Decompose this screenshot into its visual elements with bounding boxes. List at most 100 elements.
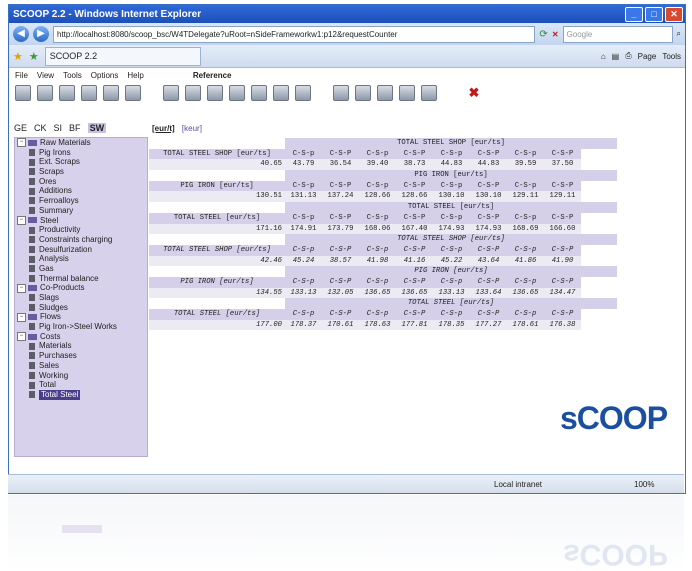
close-report-icon[interactable]: ✖ [467,86,481,100]
collapse-icon[interactable]: − [17,215,26,225]
tree-item[interactable]: Productivity [15,225,147,235]
settings-icon[interactable] [421,85,437,101]
tree-item[interactable]: Ferroalloys [15,196,147,206]
mode-si[interactable]: SI [54,123,63,133]
user-icon[interactable] [355,85,371,101]
save-as-icon[interactable] [81,85,97,101]
search-icon[interactable]: ⌕ [677,29,681,39]
page-icon [29,187,35,195]
mode-ck[interactable]: CK [34,123,47,133]
tree-item-label: Ores [39,176,57,186]
add-favorite-icon[interactable]: ★ [29,50,39,63]
save-icon[interactable] [59,85,75,101]
page-icon [29,362,35,370]
tree-group[interactable]: − Costs [15,332,147,342]
collapse-icon[interactable]: − [17,283,26,293]
graph-icon[interactable] [377,85,393,101]
mode-ge[interactable]: GE [14,123,27,133]
tree-item[interactable]: Pig Irons [15,148,147,158]
tree-item[interactable]: Sales [15,361,147,371]
chart-icon[interactable] [251,85,267,101]
value-cell: 178.63 [359,319,396,331]
report-icon[interactable] [333,85,349,101]
tree-item[interactable]: Additions [15,186,147,196]
maximize-button[interactable]: □ [645,6,663,22]
mode-bf[interactable]: BF [69,123,81,133]
tree-item[interactable]: Ores [15,177,147,187]
column-header: C-S-p [285,276,322,288]
tools-menu[interactable]: Tools [662,52,681,61]
open-icon[interactable] [37,85,53,101]
page-menu[interactable]: Page [638,52,657,61]
cube-icon[interactable] [399,85,415,101]
tree-group[interactable]: − Flows [15,312,147,322]
section-title: TOTAL STEEL SHOP [eur/ts] [285,138,617,149]
tree-item[interactable]: Ext. Scraps [15,157,147,167]
tree-item[interactable]: Pig Iron->Steel Works [15,322,147,332]
tree-item[interactable]: Total [15,380,147,390]
copy-icon[interactable] [103,85,119,101]
app-menu-bar: File View Tools Options Help Reference [9,68,685,82]
sheet-icon[interactable] [207,85,223,101]
minimize-button[interactable]: _ [625,6,643,22]
tree-group[interactable]: − Steel [15,216,147,226]
print-icon[interactable]: ⎙ [625,51,631,61]
mode-sw[interactable]: SW [87,123,107,133]
header-row: TOTAL STEEL SHOP [eur/ts] C-S-p C-S-P C-S-p… [149,148,617,160]
page-icon [29,245,35,253]
forward-icon[interactable]: ▶ [33,26,49,42]
window-reflection: sCOOP [8,495,684,571]
reference-label[interactable]: Reference [193,71,232,80]
tree-group[interactable]: − Co-Products [15,283,147,293]
back-icon[interactable]: ◀ [13,26,29,42]
tree-item[interactable]: Constraints charging [15,235,147,245]
tree-item[interactable]: Materials [15,341,147,351]
tree-item[interactable]: Sludges [15,303,147,313]
collapse-icon[interactable]: − [17,312,26,322]
tab-scoop[interactable]: SCOOP 2.2 [44,46,201,66]
tree-item-label: Pig Iron->Steel Works [39,322,117,332]
tree-item[interactable]: Thermal balance [15,274,147,284]
page-icon [29,178,35,186]
tree-group[interactable]: − Raw Materials [15,138,147,148]
zoom-level[interactable]: 100% [634,480,684,489]
unit-eur-t[interactable]: [eur/t] [152,124,175,133]
tree-item[interactable]: Gas [15,264,147,274]
url-field[interactable]: http://localhost:8080/scoop_bsc/W4TDeleg… [53,25,536,43]
page-icon [29,342,35,350]
export-icon[interactable] [295,85,311,101]
menu-tools[interactable]: Tools [63,71,82,80]
row-label: TOTAL STEEL SHOP [eur/ts] [149,244,285,256]
collapse-icon[interactable]: − [17,138,26,148]
import-icon[interactable] [273,85,289,101]
menu-view[interactable]: View [37,71,54,80]
stop-icon[interactable]: ✕ [552,30,559,39]
tree-item[interactable]: Summary [15,206,147,216]
menu-file[interactable]: File [15,71,28,80]
search-input[interactable]: Google [562,25,673,43]
tree-item[interactable]: Slags [15,293,147,303]
page-icon [29,207,35,215]
tree-item[interactable]: Working [15,371,147,381]
value-cell: 134.47 [544,287,581,299]
table-icon[interactable] [163,85,179,101]
key-icon[interactable] [229,85,245,101]
collapse-icon[interactable]: − [17,332,26,342]
tree-item[interactable]: Purchases [15,351,147,361]
section-title: TOTAL STEEL [eur/ts] [285,202,617,213]
unit-keur[interactable]: [keur] [182,124,202,133]
tree-item[interactable]: Scraps [15,167,147,177]
grid-icon[interactable] [185,85,201,101]
home-icon[interactable]: ⌂ [601,52,606,61]
tree-item[interactable]: Analysis [15,254,147,264]
menu-help[interactable]: Help [127,71,143,80]
new-doc-icon[interactable] [15,85,31,101]
favorites-star-icon[interactable]: ★ [13,50,23,63]
tree-item[interactable]: Desulfurization [15,245,147,255]
close-button[interactable]: ✕ [665,6,683,22]
menu-options[interactable]: Options [91,71,119,80]
tree-item[interactable]: Total Steel [15,389,147,400]
refresh-icon[interactable]: ⟳ [539,29,547,40]
feeds-icon[interactable]: ▤ [612,52,620,61]
print-doc-icon[interactable] [125,85,141,101]
